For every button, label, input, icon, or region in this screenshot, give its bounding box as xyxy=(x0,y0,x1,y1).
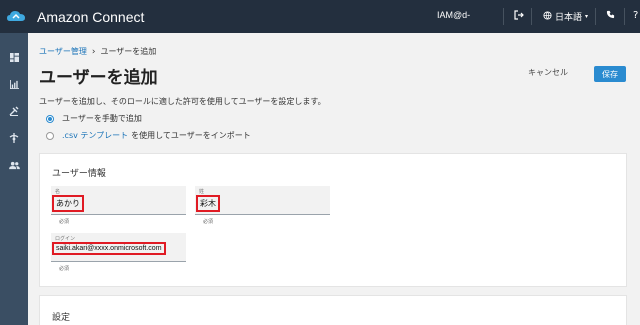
first-name-input[interactable]: あかり xyxy=(52,195,84,212)
app-title: Amazon Connect xyxy=(37,8,145,25)
breadcrumb: ユーザー管理 › ユーザーを追加 xyxy=(39,46,156,57)
amazon-connect-logo-icon[interactable] xyxy=(2,0,30,33)
save-button[interactable]: 保存 xyxy=(594,66,626,82)
last-name-required: 必須 xyxy=(203,219,214,225)
settings-card: 設定 xyxy=(39,295,627,325)
login-label: ログイン xyxy=(55,236,76,242)
divider xyxy=(503,8,504,25)
user-info-title: ユーザー情報 xyxy=(52,169,106,179)
divider xyxy=(531,8,532,25)
breadcrumb-separator: › xyxy=(91,46,96,57)
top-bar: Amazon Connect IAM@d- 日本語 ▾ ? xyxy=(0,0,640,33)
last-name-input[interactable]: 彩木 xyxy=(196,195,220,212)
settings-title: 設定 xyxy=(52,313,71,323)
csv-template-link[interactable]: .csv テンプレート xyxy=(62,130,128,141)
language-selector[interactable]: 日本語 ▾ xyxy=(543,10,588,23)
add-manually-radio[interactable] xyxy=(46,114,54,123)
breadcrumb-user-management-link[interactable]: ユーザー管理 xyxy=(39,46,87,57)
import-csv-label: を使用してユーザーをインポート xyxy=(131,131,251,140)
help-icon[interactable]: ? xyxy=(633,10,638,22)
add-manually-option[interactable]: ユーザーを手動で追加 xyxy=(46,113,142,124)
login-required: 必須 xyxy=(59,266,70,272)
bar-chart-icon[interactable] xyxy=(7,77,21,91)
language-label: 日本語 xyxy=(555,13,583,23)
first-name-field[interactable]: 名 あかり xyxy=(51,186,186,215)
cancel-button[interactable]: キャンセル xyxy=(528,67,568,78)
main-content: ユーザー管理 › ユーザーを追加 ユーザーを追加 キャンセル 保存 ユーザーを追… xyxy=(28,33,640,325)
page-title: ユーザーを追加 xyxy=(39,68,158,88)
user-id: IAM@d- xyxy=(437,10,471,20)
phone-icon[interactable] xyxy=(606,10,615,23)
add-manually-label: ユーザーを手動で追加 xyxy=(62,114,142,123)
flow-icon[interactable] xyxy=(7,131,21,145)
divider xyxy=(624,8,625,25)
import-csv-option[interactable]: .csv テンプレート を使用してユーザーをインポート xyxy=(46,130,251,141)
login-field[interactable]: ログイン saiki.akari@xxxx.onmicrosoft.com xyxy=(51,233,186,262)
caret-down-icon: ▾ xyxy=(585,13,589,20)
dashboard-icon[interactable] xyxy=(7,50,21,64)
page-description: ユーザーを追加し、そのロールに適した許可を使用してユーザーを設定します。 xyxy=(39,97,326,106)
sidebar xyxy=(0,33,28,325)
user-info-card: ユーザー情報 名 あかり 必須 姓 彩木 必須 ログイン saiki.akari… xyxy=(39,153,627,287)
import-csv-radio[interactable] xyxy=(46,131,54,140)
routing-icon[interactable] xyxy=(7,104,21,118)
first-name-label: 名 xyxy=(55,189,61,195)
last-name-field[interactable]: 姓 彩木 xyxy=(195,186,330,215)
logout-icon[interactable] xyxy=(514,10,524,24)
globe-icon xyxy=(543,10,552,23)
divider xyxy=(595,8,596,25)
breadcrumb-current: ユーザーを追加 xyxy=(100,47,157,56)
login-input[interactable]: saiki.akari@xxxx.onmicrosoft.com xyxy=(52,242,166,255)
users-icon[interactable] xyxy=(7,158,21,172)
last-name-label: 姓 xyxy=(199,189,205,195)
first-name-required: 必須 xyxy=(59,219,70,225)
